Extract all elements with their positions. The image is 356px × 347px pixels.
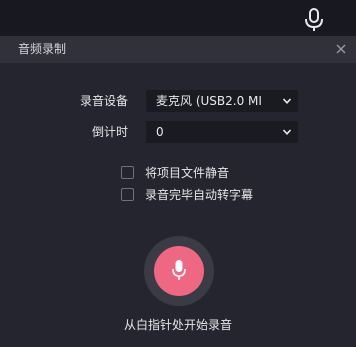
record-hint: 从白指针处开始录音 [123,318,232,332]
chevron-down-icon [282,129,292,135]
device-select-value: 麦克风 (USB2.0 MI [156,94,262,108]
countdown-label: 倒计时 [91,125,128,139]
mute-project-checkbox[interactable] [121,166,134,179]
top-toolbar [0,0,356,36]
countdown-select-value: 0 [156,125,164,139]
audio-record-panel: 音频录制 录音设备 麦克风 (USB2.0 MI 倒计时 0 将项目文件静音 录… [0,36,356,347]
auto-subtitle-label: 录音完毕自动转字幕 [145,188,254,202]
microphone-icon [172,260,186,280]
record-button[interactable] [154,246,204,296]
microphone-icon[interactable] [303,8,325,32]
auto-subtitle-checkbox[interactable] [121,188,134,201]
device-select[interactable]: 麦克风 (USB2.0 MI [146,90,298,112]
close-icon[interactable] [334,42,348,56]
mute-project-label: 将项目文件静音 [145,166,230,180]
device-label: 录音设备 [79,94,128,108]
panel-header: 音频录制 [0,36,356,63]
chevron-down-icon [282,98,292,104]
panel-title: 音频录制 [18,42,67,56]
countdown-select[interactable]: 0 [146,121,298,143]
